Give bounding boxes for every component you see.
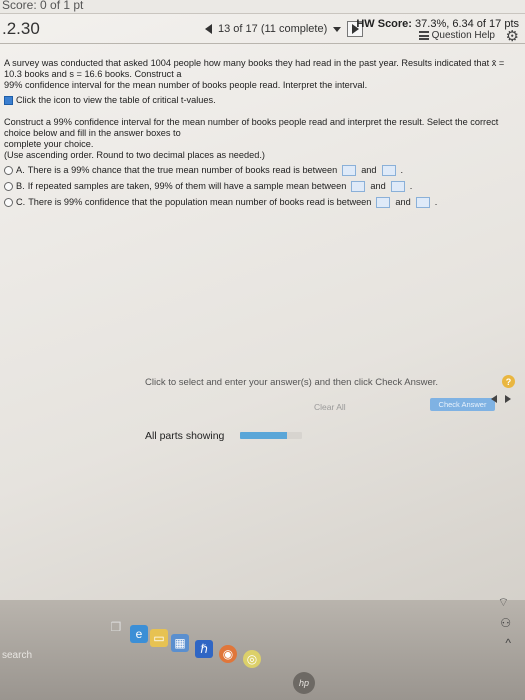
top-score-bar: Score: 0 of 1 pt bbox=[0, 0, 525, 14]
choice-c-radio[interactable] bbox=[4, 198, 13, 207]
gear-icon[interactable]: ⚙ bbox=[506, 27, 519, 45]
hp-app-icon[interactable]: ℏ bbox=[195, 640, 213, 658]
parts-progress-fill bbox=[240, 432, 287, 439]
question-help-button[interactable]: Question Help bbox=[418, 30, 495, 41]
choice-c-upper-input[interactable] bbox=[415, 197, 430, 208]
edge-browser-icon[interactable]: e bbox=[130, 625, 148, 643]
instruction-line-1: Construct a 99% confidence interval for … bbox=[4, 117, 499, 138]
wifi-icon[interactable]: ⌔ bbox=[498, 595, 509, 610]
choice-c[interactable]: C. There is 99% confidence that the popu… bbox=[4, 197, 519, 208]
clear-all-button[interactable]: Clear All bbox=[314, 402, 346, 412]
hp-logo: hp bbox=[293, 672, 315, 694]
choice-a-letter: A. bbox=[16, 165, 25, 175]
choice-b-text: If repeated samples are taken, 99% of th… bbox=[27, 181, 347, 191]
browser-screen: Score: 0 of 1 pt .2.30 13 of 17 (11 comp… bbox=[0, 0, 525, 700]
choice-c-period: . bbox=[434, 197, 438, 207]
chrome-icon[interactable]: ◎ bbox=[243, 650, 261, 668]
table-icon[interactable] bbox=[4, 96, 13, 105]
question-instructions: Construct a 99% confidence interval for … bbox=[4, 117, 519, 161]
task-view-icon[interactable]: ❒ bbox=[107, 618, 125, 636]
choice-a[interactable]: A. There is a 99% chance that the true m… bbox=[4, 165, 519, 176]
choice-a-text: There is a 99% chance that the true mean… bbox=[27, 165, 338, 175]
prompt-line-2: 99% confidence interval for the mean num… bbox=[4, 80, 368, 90]
store-icon[interactable]: ▦ bbox=[171, 634, 189, 652]
photo-frame: Score: 0 of 1 pt .2.30 13 of 17 (11 comp… bbox=[0, 0, 525, 700]
hw-score: HW Score: 37.3%, 6.34 of 17 pts bbox=[356, 18, 519, 30]
question-score: Score: 0 of 1 pt bbox=[2, 0, 84, 12]
question-content: A survey was conducted that asked 1004 p… bbox=[4, 58, 519, 213]
people-icon[interactable]: ⚇ bbox=[500, 616, 511, 630]
firefox-icon[interactable]: ◉ bbox=[219, 645, 237, 663]
choice-c-letter: C. bbox=[16, 197, 26, 207]
choice-b-radio[interactable] bbox=[4, 182, 13, 191]
choice-c-lower-input[interactable] bbox=[376, 197, 391, 208]
list-icon bbox=[418, 31, 429, 40]
critical-values-text: Click the icon to view the table of crit… bbox=[16, 95, 216, 105]
choice-b[interactable]: B. If repeated samples are taken, 99% of… bbox=[4, 181, 519, 192]
instruction-line-3: (Use ascending order. Round to two decim… bbox=[4, 150, 265, 160]
critical-values-link[interactable]: Click the icon to view the table of crit… bbox=[4, 95, 519, 106]
chevron-down-icon[interactable] bbox=[333, 26, 342, 32]
choice-b-letter: B. bbox=[16, 181, 25, 191]
parts-progress-bar bbox=[240, 432, 302, 439]
next-arrow-icon[interactable] bbox=[505, 395, 511, 403]
hw-score-label: HW Score: bbox=[356, 18, 412, 30]
help-icon[interactable]: ? bbox=[502, 375, 515, 388]
choice-a-upper-input[interactable] bbox=[381, 165, 396, 176]
choice-a-lower-input[interactable] bbox=[342, 165, 357, 176]
question-number: .2.30 bbox=[2, 19, 40, 38]
choice-b-upper-input[interactable] bbox=[390, 181, 405, 192]
question-progress-text: 13 of 17 (11 complete) bbox=[218, 23, 328, 35]
choice-a-and: and bbox=[361, 165, 377, 175]
previous-arrow-icon[interactable] bbox=[491, 395, 497, 403]
choice-b-period: . bbox=[409, 181, 413, 191]
choice-a-period: . bbox=[400, 165, 404, 175]
instruction-line-2: complete your choice. bbox=[4, 139, 94, 149]
hw-score-value: 37.3%, 6.34 of 17 pts bbox=[415, 18, 519, 30]
taskbar bbox=[0, 600, 525, 700]
choice-a-radio[interactable] bbox=[4, 166, 13, 175]
parts-showing-label: All parts showing bbox=[145, 430, 225, 442]
chevron-up-icon[interactable]: ^ bbox=[505, 636, 511, 650]
question-navigator: 13 of 17 (11 complete) bbox=[205, 21, 364, 37]
choice-c-text: There is 99% confidence that the populat… bbox=[28, 197, 372, 207]
prompt-line-1: A survey was conducted that asked 1004 p… bbox=[4, 58, 505, 79]
taskbar-search[interactable]: search bbox=[2, 650, 32, 661]
answer-instruction: Click to select and enter your answer(s)… bbox=[145, 377, 439, 388]
side-navigation bbox=[491, 395, 511, 403]
file-explorer-icon[interactable]: ▭ bbox=[150, 629, 168, 647]
question-prompt: A survey was conducted that asked 1004 p… bbox=[4, 58, 519, 91]
check-answer-button[interactable]: Check Answer bbox=[430, 398, 495, 411]
choice-b-and: and bbox=[370, 181, 386, 191]
choice-c-and: and bbox=[395, 197, 411, 207]
choice-b-lower-input[interactable] bbox=[351, 181, 366, 192]
question-help-label: Question Help bbox=[431, 30, 495, 41]
previous-question-icon[interactable] bbox=[205, 24, 212, 34]
